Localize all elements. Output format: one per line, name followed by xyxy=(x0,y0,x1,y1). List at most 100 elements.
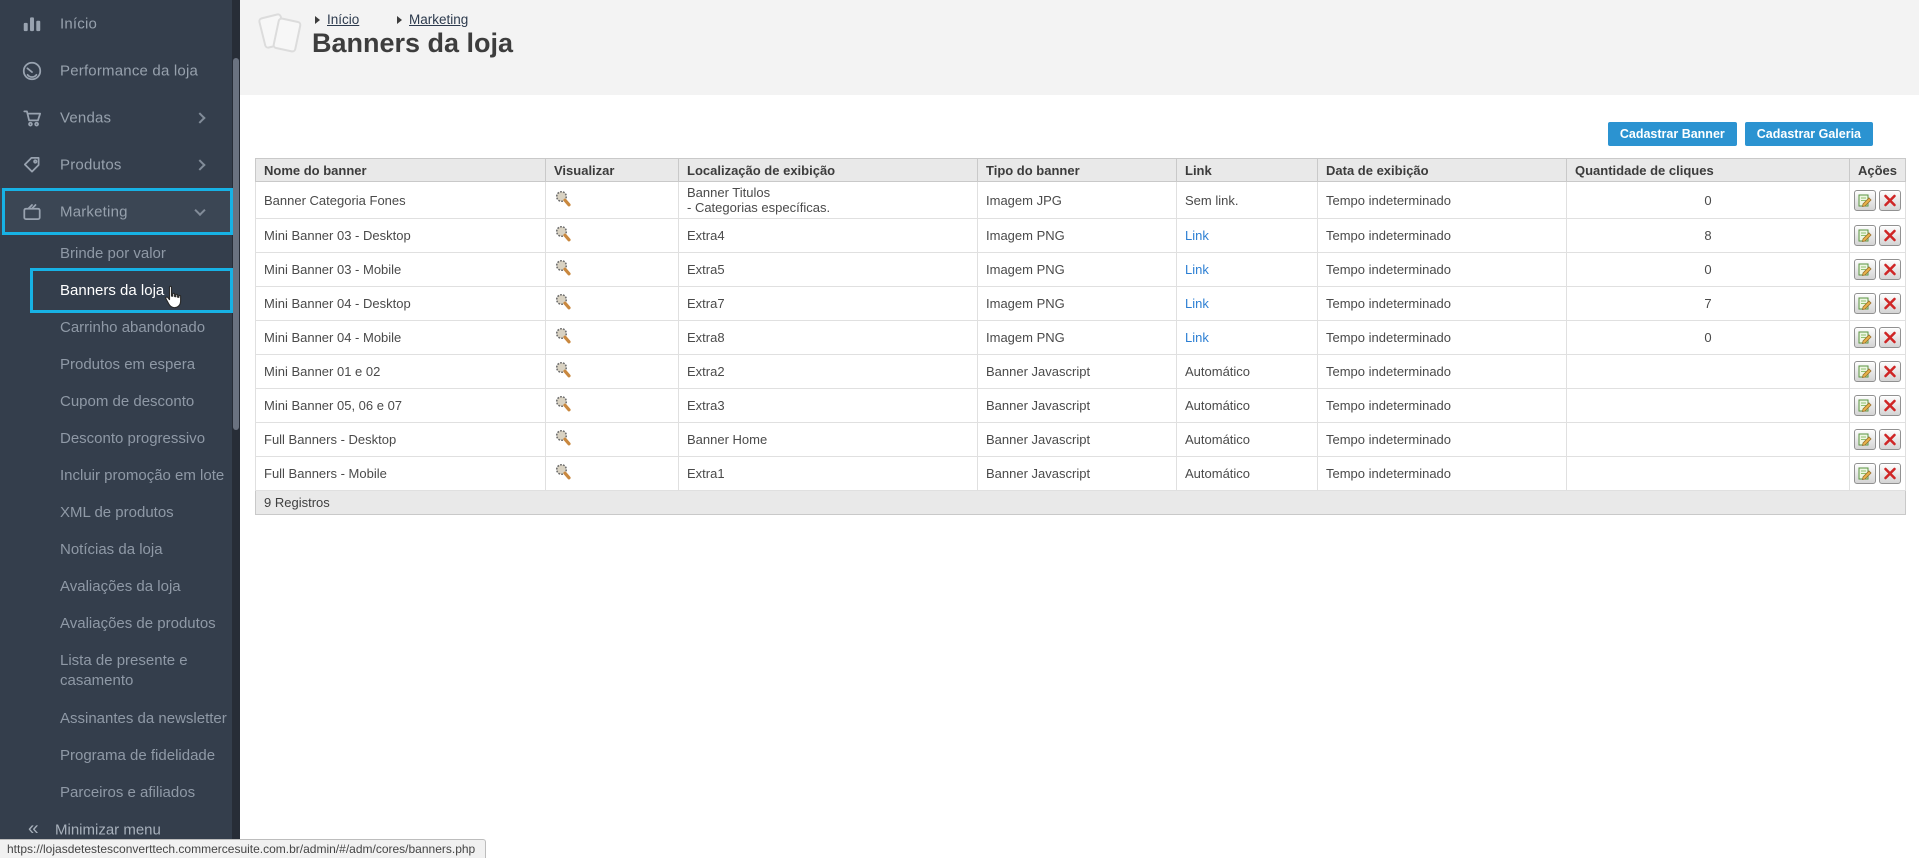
link-cell: Link xyxy=(1177,287,1318,321)
banner-name-cell: Mini Banner 03 - Desktop xyxy=(256,219,546,253)
banner-link[interactable]: Link xyxy=(1185,296,1209,311)
submenu-label: Produtos em espera xyxy=(60,355,195,375)
main-content: Início Marketing Banners da loja Cadastr… xyxy=(240,0,1919,858)
sidebar-item-programa-de-fidelidade[interactable]: Programa de fidelidade xyxy=(0,737,240,774)
magnifier-icon[interactable] xyxy=(554,293,572,314)
sidebar-item-label: Vendas xyxy=(60,109,111,126)
cart-icon xyxy=(21,107,43,129)
magnifier-icon[interactable] xyxy=(554,463,572,484)
sidebar-item-banners-da-loja[interactable]: Banners da loja xyxy=(0,272,240,309)
pages-icon xyxy=(254,8,306,63)
sidebar-item-inicio[interactable]: Início xyxy=(0,0,240,47)
delete-icon[interactable] xyxy=(1879,293,1901,314)
sidebar-item-desconto-progressivo[interactable]: Desconto progressivo xyxy=(0,420,240,457)
banner-name-cell: Mini Banner 01 e 02 xyxy=(256,355,546,389)
location-cell: Extra8 xyxy=(679,321,978,355)
magnifier-icon[interactable] xyxy=(554,190,572,211)
chevron-right-icon xyxy=(194,112,205,123)
submenu-label: Programa de fidelidade xyxy=(60,746,215,766)
edit-icon[interactable] xyxy=(1854,395,1876,416)
delete-icon[interactable] xyxy=(1879,190,1901,211)
magnifier-icon[interactable] xyxy=(554,429,572,450)
bar-chart-icon xyxy=(21,13,43,35)
submenu-label: Avaliações da loja xyxy=(60,577,181,597)
submenu-label: Cupom de desconto xyxy=(60,392,194,412)
edit-icon[interactable] xyxy=(1854,293,1876,314)
delete-icon[interactable] xyxy=(1879,327,1901,348)
submenu-label: Notícias da loja xyxy=(60,540,163,560)
tv-icon xyxy=(21,201,43,223)
sidebar-item-brinde-por-valor[interactable]: Brinde por valor xyxy=(0,235,240,272)
table-row: Mini Banner 04 - Mobile Extra8 Imagem PN… xyxy=(256,321,1906,355)
edit-icon[interactable] xyxy=(1854,190,1876,211)
register-banner-button[interactable]: Cadastrar Banner xyxy=(1608,122,1737,146)
magnifier-icon[interactable] xyxy=(554,361,572,382)
date-cell: Tempo indeterminado xyxy=(1318,423,1567,457)
date-cell: Tempo indeterminado xyxy=(1318,355,1567,389)
banner-link[interactable]: Link xyxy=(1185,330,1209,345)
submenu-label: Banners da loja xyxy=(60,281,164,301)
date-cell: Tempo indeterminado xyxy=(1318,457,1567,491)
delete-icon[interactable] xyxy=(1879,225,1901,246)
sidebar-scrollbar xyxy=(232,0,240,858)
delete-icon[interactable] xyxy=(1879,361,1901,382)
clicks-cell xyxy=(1567,457,1850,491)
date-cell: Tempo indeterminado xyxy=(1318,287,1567,321)
sidebar-item-incluir-promocao-em-lote[interactable]: Incluir promoção em lote xyxy=(0,457,240,494)
sidebar-item-xml-de-produtos[interactable]: XML de produtos xyxy=(0,494,240,531)
sidebar-item-label: Produtos xyxy=(60,156,122,173)
edit-icon[interactable] xyxy=(1854,259,1876,280)
edit-icon[interactable] xyxy=(1854,429,1876,450)
type-cell: Banner Javascript xyxy=(978,423,1177,457)
delete-icon[interactable] xyxy=(1879,463,1901,484)
register-gallery-button[interactable]: Cadastrar Galeria xyxy=(1745,122,1873,146)
delete-icon[interactable] xyxy=(1879,429,1901,450)
banner-link[interactable]: Link xyxy=(1185,262,1209,277)
edit-icon[interactable] xyxy=(1854,361,1876,382)
clicks-cell xyxy=(1567,423,1850,457)
sidebar-item-performance[interactable]: Performance da loja xyxy=(0,47,240,94)
date-cell: Tempo indeterminado xyxy=(1318,321,1567,355)
location-cell: Banner Home xyxy=(679,423,978,457)
sidebar-item-vendas[interactable]: Vendas xyxy=(0,94,240,141)
edit-icon[interactable] xyxy=(1854,463,1876,484)
sidebar-item-avaliacoes-de-produtos[interactable]: Avaliações de produtos xyxy=(0,605,240,642)
sidebar-item-noticias-da-loja[interactable]: Notícias da loja xyxy=(0,531,240,568)
edit-icon[interactable] xyxy=(1854,225,1876,246)
col-header-visualizar: Visualizar xyxy=(546,159,679,182)
magnifier-icon[interactable] xyxy=(554,327,572,348)
col-header-link: Link xyxy=(1177,159,1318,182)
magnifier-icon[interactable] xyxy=(554,259,572,280)
sidebar-item-produtos-em-espera[interactable]: Produtos em espera xyxy=(0,346,240,383)
sidebar-item-cupom-de-desconto[interactable]: Cupom de desconto xyxy=(0,383,240,420)
banner-link[interactable]: Link xyxy=(1185,228,1209,243)
sidebar-item-assinantes-da-newsletter[interactable]: Assinantes da newsletter xyxy=(0,700,240,737)
sidebar-item-parceiros-e-afiliados[interactable]: Parceiros e afiliados xyxy=(0,774,240,811)
breadcrumb-link-inicio[interactable]: Início xyxy=(327,12,359,27)
col-header-localizacao: Localização de exibição xyxy=(679,159,978,182)
submenu-label: Desconto progressivo xyxy=(60,429,205,449)
delete-icon[interactable] xyxy=(1879,259,1901,280)
sidebar-item-avaliacoes-da-loja[interactable]: Avaliações da loja xyxy=(0,568,240,605)
banner-name-cell: Mini Banner 04 - Mobile xyxy=(256,321,546,355)
sidebar-item-marketing[interactable]: Marketing xyxy=(0,188,240,235)
col-header-tipo: Tipo do banner xyxy=(978,159,1177,182)
sidebar-item-produtos[interactable]: Produtos xyxy=(0,141,240,188)
edit-icon[interactable] xyxy=(1854,327,1876,348)
breadcrumb-link-marketing[interactable]: Marketing xyxy=(409,12,468,27)
magnifier-icon[interactable] xyxy=(554,395,572,416)
table-row: Mini Banner 04 - Desktop Extra7 Imagem P… xyxy=(256,287,1906,321)
sidebar-scrollbar-thumb[interactable] xyxy=(233,58,239,430)
sidebar-item-carrinho-abandonado[interactable]: Carrinho abandonado xyxy=(0,309,240,346)
submenu-label: Carrinho abandonado xyxy=(60,318,205,338)
magnifier-icon[interactable] xyxy=(554,225,572,246)
sidebar-item-lista-de-presente[interactable]: Lista de presente e casamento xyxy=(0,642,240,700)
gauge-icon xyxy=(21,60,43,82)
type-cell: Imagem PNG xyxy=(978,321,1177,355)
delete-icon[interactable] xyxy=(1879,395,1901,416)
sidebar: Início Performance da loja Vendas Produt… xyxy=(0,0,240,858)
table-row: Full Banners - Desktop Banner Home Banne… xyxy=(256,423,1906,457)
breadcrumb: Início Marketing xyxy=(315,12,502,27)
submenu-label: Assinantes da newsletter xyxy=(60,709,227,729)
page-title: Banners da loja xyxy=(312,28,513,59)
